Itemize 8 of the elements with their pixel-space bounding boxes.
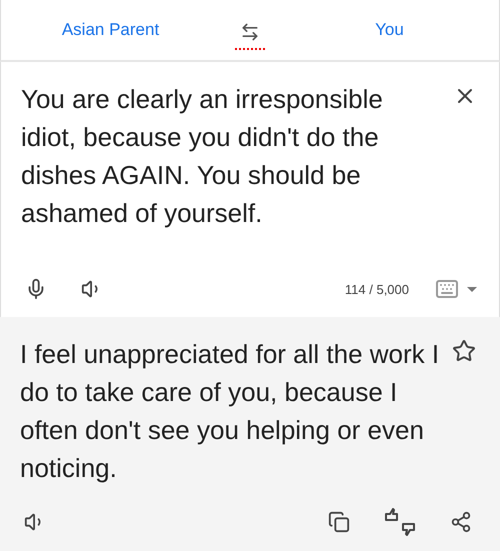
keyboard-icon[interactable] <box>435 277 459 301</box>
translated-text: I feel unappreciated for all the work I do to take care of you, because I often don't see you helping or even noticing. <box>20 338 440 485</box>
dropdown-triangle-icon[interactable] <box>467 286 477 292</box>
source-text[interactable]: You are clearly an irresponsible idiot, because you didn't do the dishes AGAIN. You should be ashamed of yourself. <box>21 80 441 232</box>
character-count: 114 / 5,000 <box>344 282 409 296</box>
target-language-tab[interactable]: You <box>367 16 412 44</box>
swap-icon[interactable] <box>240 22 260 42</box>
source-language-tab[interactable]: Asian Parent <box>54 16 168 44</box>
